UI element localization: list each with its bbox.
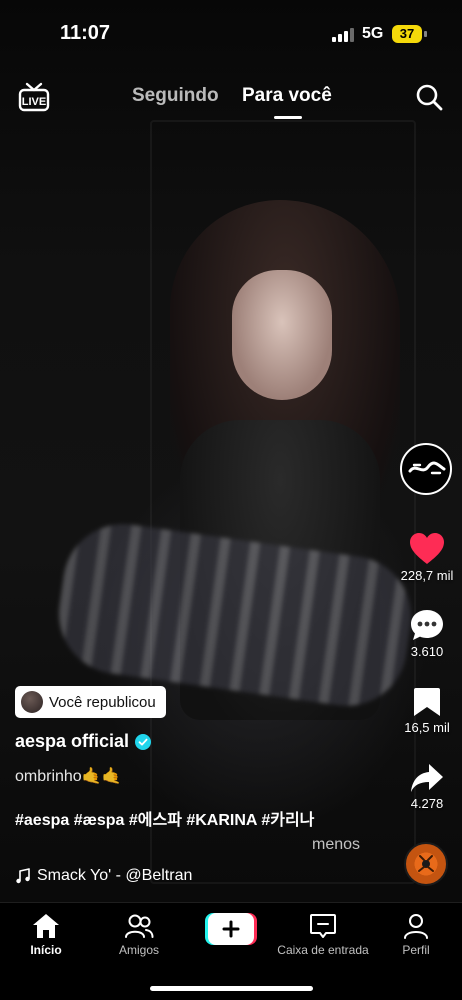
profile-icon [404, 914, 428, 939]
verified-badge-icon [135, 733, 152, 750]
sound-title: Smack Yo' - @Beltran [37, 867, 193, 884]
battery-nub [424, 31, 427, 37]
battery-level: 37 [399, 26, 415, 41]
video-hashtags[interactable]: #aespa #æspa #에스파 #KARINA #카리나 [15, 806, 314, 830]
network-type: 5G [362, 25, 384, 42]
comment-count: 3.610 [410, 644, 444, 659]
video-person-face [232, 270, 332, 400]
friends-icon [125, 914, 154, 938]
nav-inbox-label: Caixa de entrada [277, 943, 369, 957]
share-button[interactable]: 4.278 [392, 762, 462, 811]
bottom-nav-bar: Início Amigos Caixa de entrada Perfil [0, 902, 462, 1000]
sound-disc-icon[interactable] [404, 842, 448, 886]
creator-name-row[interactable]: aespa official [15, 731, 152, 752]
repost-badge[interactable]: Você republicou [15, 686, 166, 718]
comment-icon [411, 610, 443, 640]
status-time: 11:07 [60, 22, 111, 44]
creator-logo-icon [408, 461, 446, 475]
battery-icon: 37 [392, 25, 422, 43]
status-bar: 11:07 5G 37 [0, 0, 462, 70]
create-plus-icon[interactable] [205, 913, 257, 945]
comment-button[interactable]: 3.610 [392, 608, 462, 659]
inbox-icon [310, 914, 336, 938]
nav-friends-label: Amigos [118, 943, 159, 957]
home-icon [33, 914, 59, 938]
creator-avatar[interactable] [400, 443, 452, 495]
nav-inbox[interactable]: Caixa de entrada [277, 913, 369, 957]
nav-home[interactable]: Início [0, 913, 92, 957]
share-count: 4.278 [410, 796, 444, 811]
nav-profile[interactable]: Perfil [370, 913, 462, 957]
share-arrow-icon [411, 764, 443, 792]
repost-avatar [21, 691, 43, 713]
nav-home-label: Início [30, 943, 62, 957]
video-description: ombrinho🤙🤙 [15, 768, 122, 785]
app-screen: 11:07 5G 37 LIVE Seguindo Para você 228, [0, 0, 462, 1000]
tab-for-you[interactable]: Para você [242, 85, 332, 107]
like-count: 228,7 mil [400, 568, 454, 583]
tab-following[interactable]: Seguindo [132, 85, 219, 107]
bookmark-icon [414, 688, 440, 716]
nav-friends[interactable]: Amigos [93, 913, 185, 957]
show-less-link[interactable]: menos [312, 836, 360, 854]
music-note-icon [16, 868, 30, 884]
save-count: 16,5 mil [404, 720, 450, 735]
cellular-signal-icon [332, 28, 354, 42]
live-icon[interactable]: LIVE [18, 82, 50, 112]
sound-link[interactable]: Smack Yo' - @Beltran [15, 867, 192, 885]
heart-icon [410, 533, 444, 564]
repost-label: Você republicou [49, 693, 156, 711]
save-button[interactable]: 16,5 mil [392, 686, 462, 735]
like-button[interactable]: 228,7 mil [392, 532, 462, 583]
disc-art-icon [418, 855, 434, 872]
home-indicator [150, 986, 313, 991]
nav-profile-label: Perfil [402, 943, 430, 957]
active-tab-indicator [274, 116, 302, 119]
creator-username[interactable]: aespa official [15, 731, 129, 752]
search-icon[interactable] [415, 83, 443, 111]
live-label: LIVE [22, 96, 46, 108]
